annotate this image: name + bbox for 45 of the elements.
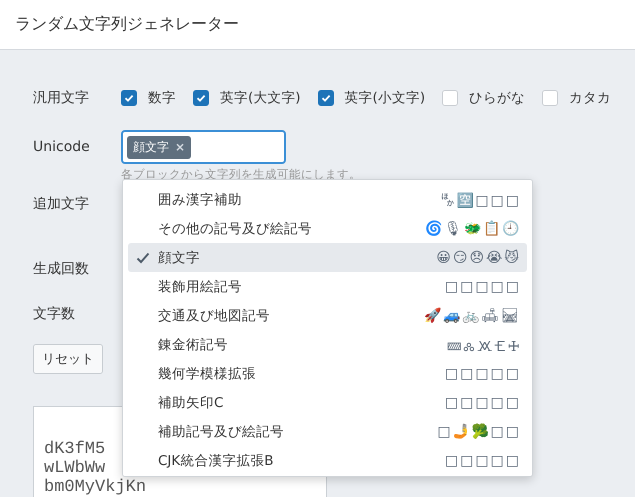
sample-characters: □□□□□ (444, 452, 521, 468)
checkbox-label: 数字 (148, 89, 176, 107)
output-line: wLWbWw (44, 459, 106, 478)
sample-characters: □□□□□ (444, 394, 521, 410)
menu-item[interactable]: 補助矢印C □□□□□ (128, 388, 527, 417)
checkbox-label: 英字(大文字) (220, 89, 301, 107)
field-label: 汎用文字 (33, 89, 90, 107)
sample-characters: 🝙🝆🝪🝗🜊 (447, 338, 521, 357)
sample-characters: 😀😏😞😭😼 (436, 250, 521, 266)
sample-characters: □🤳🥦□□ (437, 423, 521, 440)
output-line: bm0MyVkjKn (44, 478, 146, 497)
tag-label: 顔文字 (133, 138, 169, 156)
field-label: 文字数 (33, 305, 76, 323)
sample-characters: □□□□□ (444, 366, 521, 382)
reset-button[interactable]: リセット (33, 344, 103, 374)
menu-item[interactable]: 装飾用絵記号 □□□□□ (128, 272, 527, 301)
menu-item[interactable]: 幾何学模様拡張 □□□□□ (128, 359, 527, 388)
checkbox[interactable] (193, 90, 209, 106)
remove-tag-button[interactable]: × (175, 140, 186, 154)
tag-input-field[interactable]: 顔文字 × (121, 130, 286, 164)
menu-item[interactable]: 錬金術記号 🝙🝆🝪🝗🜊 (128, 330, 527, 359)
checkmark-icon (136, 252, 150, 264)
field-label: 追加文字 (33, 195, 90, 213)
checkbox-label: ひらがな (469, 89, 526, 107)
sample-characters: 🚀🚙🚲🛋🛤 (424, 307, 521, 324)
menu-item[interactable]: 囲み漢字補助 🈀🈳□□□ (128, 185, 527, 214)
menu-item[interactable]: 補助記号及び絵記号 □🤳🥦□□ (128, 417, 527, 446)
check-icon (320, 92, 332, 104)
output-line: dK3fM5 (44, 440, 106, 459)
checkbox[interactable] (121, 90, 137, 106)
menu-item[interactable]: CJK統合漢字拡張B □□□□□ (128, 446, 527, 475)
checkbox-label: カタカ (569, 89, 612, 107)
menu-item[interactable]: その他の記号及び絵記号 🌀🎙🐲📋🕘 (128, 214, 527, 243)
page-title: ランダム文字列ジェネレーター (15, 14, 239, 35)
menu-item[interactable]: 顔文字 😀😏😞😭😼 (128, 243, 527, 272)
check-icon (123, 92, 135, 104)
sample-characters: 🌀🎙🐲📋🕘 (425, 220, 521, 237)
sample-characters: 🈀🈳□□□ (440, 192, 521, 208)
checkbox[interactable] (318, 90, 334, 106)
check-icon (195, 92, 207, 104)
sample-characters: □□□□□ (444, 278, 521, 294)
checkbox-label: 英字(小文字) (344, 89, 426, 107)
field-label: 生成回数 (33, 260, 90, 278)
field-label: Unicode (33, 139, 91, 155)
menu-item[interactable]: 交通及び地図記号 🚀🚙🚲🛋🛤 (128, 301, 527, 330)
